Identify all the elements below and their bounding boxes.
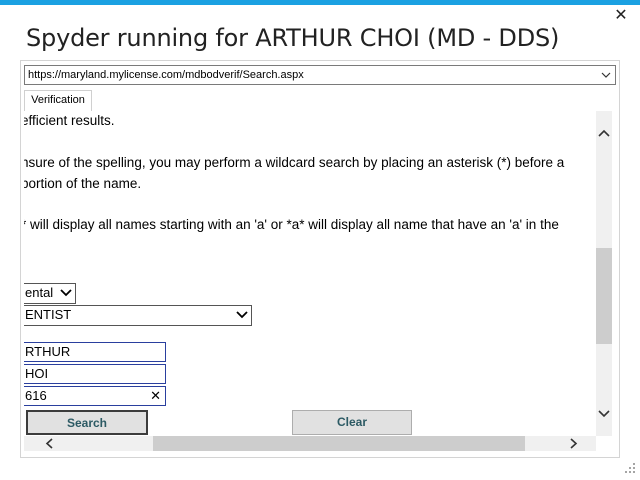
resize-grip-icon[interactable]: [624, 462, 636, 474]
last-name-value: HOI: [25, 366, 49, 381]
board-select-value: ental: [25, 285, 54, 300]
clear-button[interactable]: Clear: [292, 410, 412, 435]
instruction-line-4: * will display all names starting with a…: [24, 217, 559, 232]
page-viewport: efficient results. nsure of the spelling…: [24, 111, 596, 436]
title-accent-bar: [0, 0, 640, 5]
window-title: Spyder running for ARTHUR CHOI (MD - DDS…: [26, 24, 560, 52]
chevron-down-icon: [601, 72, 611, 78]
vertical-scroll-thumb[interactable]: [596, 248, 612, 344]
chevron-down-icon: [236, 311, 248, 319]
instruction-line-1: efficient results.: [24, 113, 115, 128]
board-select[interactable]: ental: [24, 283, 76, 304]
chevron-down-icon: [60, 289, 72, 297]
scroll-down-icon[interactable]: [596, 405, 612, 421]
last-name-input[interactable]: HOI: [24, 364, 166, 384]
scroll-left-icon[interactable]: [42, 436, 58, 451]
profession-select-value: ENTIST: [25, 307, 72, 322]
license-number-value: 616: [25, 388, 47, 403]
scroll-right-icon[interactable]: [565, 436, 581, 451]
horizontal-scroll-thumb[interactable]: [153, 436, 525, 451]
clear-input-icon[interactable]: ✕: [150, 387, 161, 405]
instruction-line-3: portion of the name.: [24, 176, 142, 191]
url-value: https://maryland.mylicense.com/mdbodveri…: [28, 69, 304, 81]
close-window-button[interactable]: ✕: [611, 6, 631, 26]
scroll-up-icon[interactable]: [596, 126, 612, 142]
search-button[interactable]: Search: [26, 410, 148, 435]
instruction-line-2: nsure of the spelling, you may perform a…: [24, 155, 565, 170]
first-name-value: RTHUR: [25, 344, 71, 359]
tab-verification[interactable]: Verification: [24, 90, 92, 111]
url-dropdown[interactable]: https://maryland.mylicense.com/mdbodveri…: [24, 65, 616, 85]
license-number-input[interactable]: 616 ✕: [24, 386, 166, 406]
first-name-input[interactable]: RTHUR: [24, 342, 166, 362]
profession-select[interactable]: ENTIST: [24, 305, 252, 326]
